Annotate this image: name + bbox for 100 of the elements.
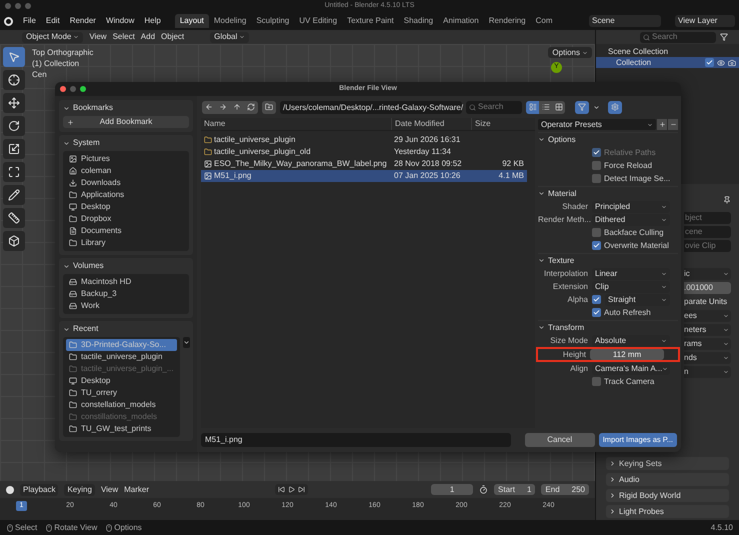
dropdown[interactable]: Principled: [592, 200, 670, 212]
menu-item[interactable]: Keying: [64, 484, 95, 496]
section-title[interactable]: Recent: [73, 323, 98, 335]
sidebar-item[interactable]: constellation_models: [66, 399, 177, 411]
tool-button[interactable]: [3, 70, 25, 90]
column-header[interactable]: Size: [471, 118, 535, 130]
property-field[interactable]: .001000: [684, 282, 731, 294]
checkbox[interactable]: [592, 308, 601, 317]
dropdown-button[interactable]: [182, 337, 190, 348]
orientation-dropdown[interactable]: Global: [210, 32, 250, 42]
dropdown[interactable]: Linear: [592, 268, 670, 280]
file-row[interactable]: ESO_The_Milky_Way_panorama_BW_label.png 28 Nov 2018 09:52 92 KB: [201, 158, 527, 170]
minimize-button[interactable]: [15, 3, 21, 9]
workspace-tab[interactable]: Rendering: [484, 14, 531, 28]
grid-view-button[interactable]: [552, 100, 565, 114]
property-dropdown[interactable]: n: [684, 366, 731, 378]
sidebar-item[interactable]: Desktop: [66, 201, 186, 213]
column-header[interactable]: Date Modified: [391, 118, 471, 130]
frame-field[interactable]: 1: [431, 484, 474, 495]
close-button[interactable]: [60, 86, 66, 92]
workspace-tab[interactable]: UV Editing: [294, 14, 342, 28]
property-field[interactable]: ovie Clip: [684, 240, 731, 252]
zoom-button[interactable]: [80, 86, 86, 92]
path-field[interactable]: /Users/coleman/Desktop/...rinted-Galaxy-Software/: [280, 100, 462, 114]
new-folder-button[interactable]: [262, 100, 276, 114]
menu-item[interactable]: Select: [112, 31, 135, 43]
search-field[interactable]: Search: [640, 32, 716, 42]
add-preset-button[interactable]: [657, 119, 667, 130]
cancel-button[interactable]: Cancel: [524, 433, 595, 447]
tool-button[interactable]: [3, 139, 25, 159]
property-dropdown[interactable]: ees: [684, 310, 731, 322]
sidebar-item[interactable]: tactile_universe_plugin: [66, 351, 177, 363]
workspace-tab[interactable]: Shading: [398, 14, 438, 28]
file-row[interactable]: tactile_universe_plugin_old Yesterday 11:34: [201, 146, 527, 158]
panel-header[interactable]: Light Probes: [606, 505, 729, 518]
presets-dropdown[interactable]: Operator Presets: [538, 119, 656, 130]
dropdown[interactable]: Dithered: [592, 214, 670, 226]
checkbox[interactable]: [705, 58, 714, 67]
sidebar-item[interactable]: Dropbox: [66, 213, 186, 225]
menu-item[interactable]: Playback: [20, 484, 58, 496]
menu-item[interactable]: Add: [140, 31, 156, 43]
checkbox[interactable]: [592, 241, 601, 250]
number-field[interactable]: 112 mm: [590, 349, 664, 360]
property-field[interactable]: bject: [684, 212, 731, 224]
menu-item[interactable]: Marker: [124, 484, 150, 496]
tool-button[interactable]: [3, 208, 25, 228]
filename-field[interactable]: M51_i.png: [201, 433, 511, 447]
search-field[interactable]: Search: [466, 100, 522, 114]
property-dropdown[interactable]: ic: [684, 268, 731, 280]
workspace-tab[interactable]: Texture Paint: [342, 14, 399, 28]
sidebar-item[interactable]: Pictures: [66, 153, 186, 165]
panel-header[interactable]: Keying Sets: [606, 457, 729, 470]
menu-item[interactable]: Edit: [42, 15, 64, 27]
workspace-tab[interactable]: Layout: [174, 14, 209, 28]
sidebar-item[interactable]: Desktop: [66, 375, 177, 387]
sidebar-item[interactable]: Documents: [66, 225, 186, 237]
tool-button[interactable]: [3, 185, 25, 205]
menu-item[interactable]: Help: [140, 15, 165, 27]
panel-header[interactable]: Rigid Body World: [606, 489, 729, 502]
outliner-item[interactable]: Scene Collection: [596, 46, 739, 57]
property-field[interactable]: cene: [684, 226, 731, 238]
dropdown[interactable]: Absolute: [592, 334, 670, 346]
view-layer-field[interactable]: View Layer: [675, 15, 735, 27]
section-title[interactable]: Transform: [548, 322, 584, 334]
property-dropdown[interactable]: rams: [684, 338, 731, 350]
file-row[interactable]: M51_i.png 07 Jan 2025 10:26 4.1 MB: [201, 170, 527, 182]
tool-button[interactable]: [3, 116, 25, 136]
section-title[interactable]: Material: [548, 188, 576, 200]
dropdown[interactable]: Camera's Main A...: [592, 362, 670, 374]
checkbox[interactable]: [592, 174, 601, 183]
menu-item[interactable]: Render: [66, 15, 100, 27]
scene-field[interactable]: Scene: [589, 15, 661, 27]
list-view-button[interactable]: [526, 100, 539, 114]
settings-button[interactable]: [608, 100, 622, 114]
section-title[interactable]: Bookmarks: [73, 102, 114, 114]
sidebar-item[interactable]: Library: [66, 237, 186, 249]
sidebar-item[interactable]: Downloads: [66, 177, 186, 189]
options-button[interactable]: Options: [548, 47, 592, 58]
section-title[interactable]: Volumes: [73, 260, 104, 272]
sidebar-item[interactable]: Backup_3: [66, 288, 186, 300]
mode-dropdown[interactable]: Object Mode: [22, 32, 84, 42]
close-button[interactable]: [5, 3, 11, 9]
tool-button[interactable]: [3, 162, 25, 182]
remove-preset-button[interactable]: [668, 119, 678, 130]
menu-item[interactable]: View: [89, 31, 107, 43]
end-field[interactable]: End 250: [541, 484, 589, 495]
add-bookmark-button[interactable]: Add Bookmark: [63, 116, 189, 128]
checkbox[interactable]: [592, 161, 601, 170]
workspace-tab[interactable]: Com: [530, 14, 558, 28]
checkbox[interactable]: [592, 228, 601, 237]
column-header[interactable]: Name: [201, 118, 391, 130]
workspace-tab[interactable]: Animation: [438, 14, 484, 28]
property-dropdown[interactable]: neters: [684, 324, 731, 336]
sidebar-item[interactable]: Work: [66, 300, 186, 312]
section-title[interactable]: System: [73, 137, 100, 149]
checkbox[interactable]: [592, 377, 601, 386]
filter-button[interactable]: [575, 100, 589, 114]
property-dropdown[interactable]: nds: [684, 352, 731, 364]
sidebar-item[interactable]: coleman: [66, 165, 186, 177]
checkbox[interactable]: [592, 295, 601, 304]
